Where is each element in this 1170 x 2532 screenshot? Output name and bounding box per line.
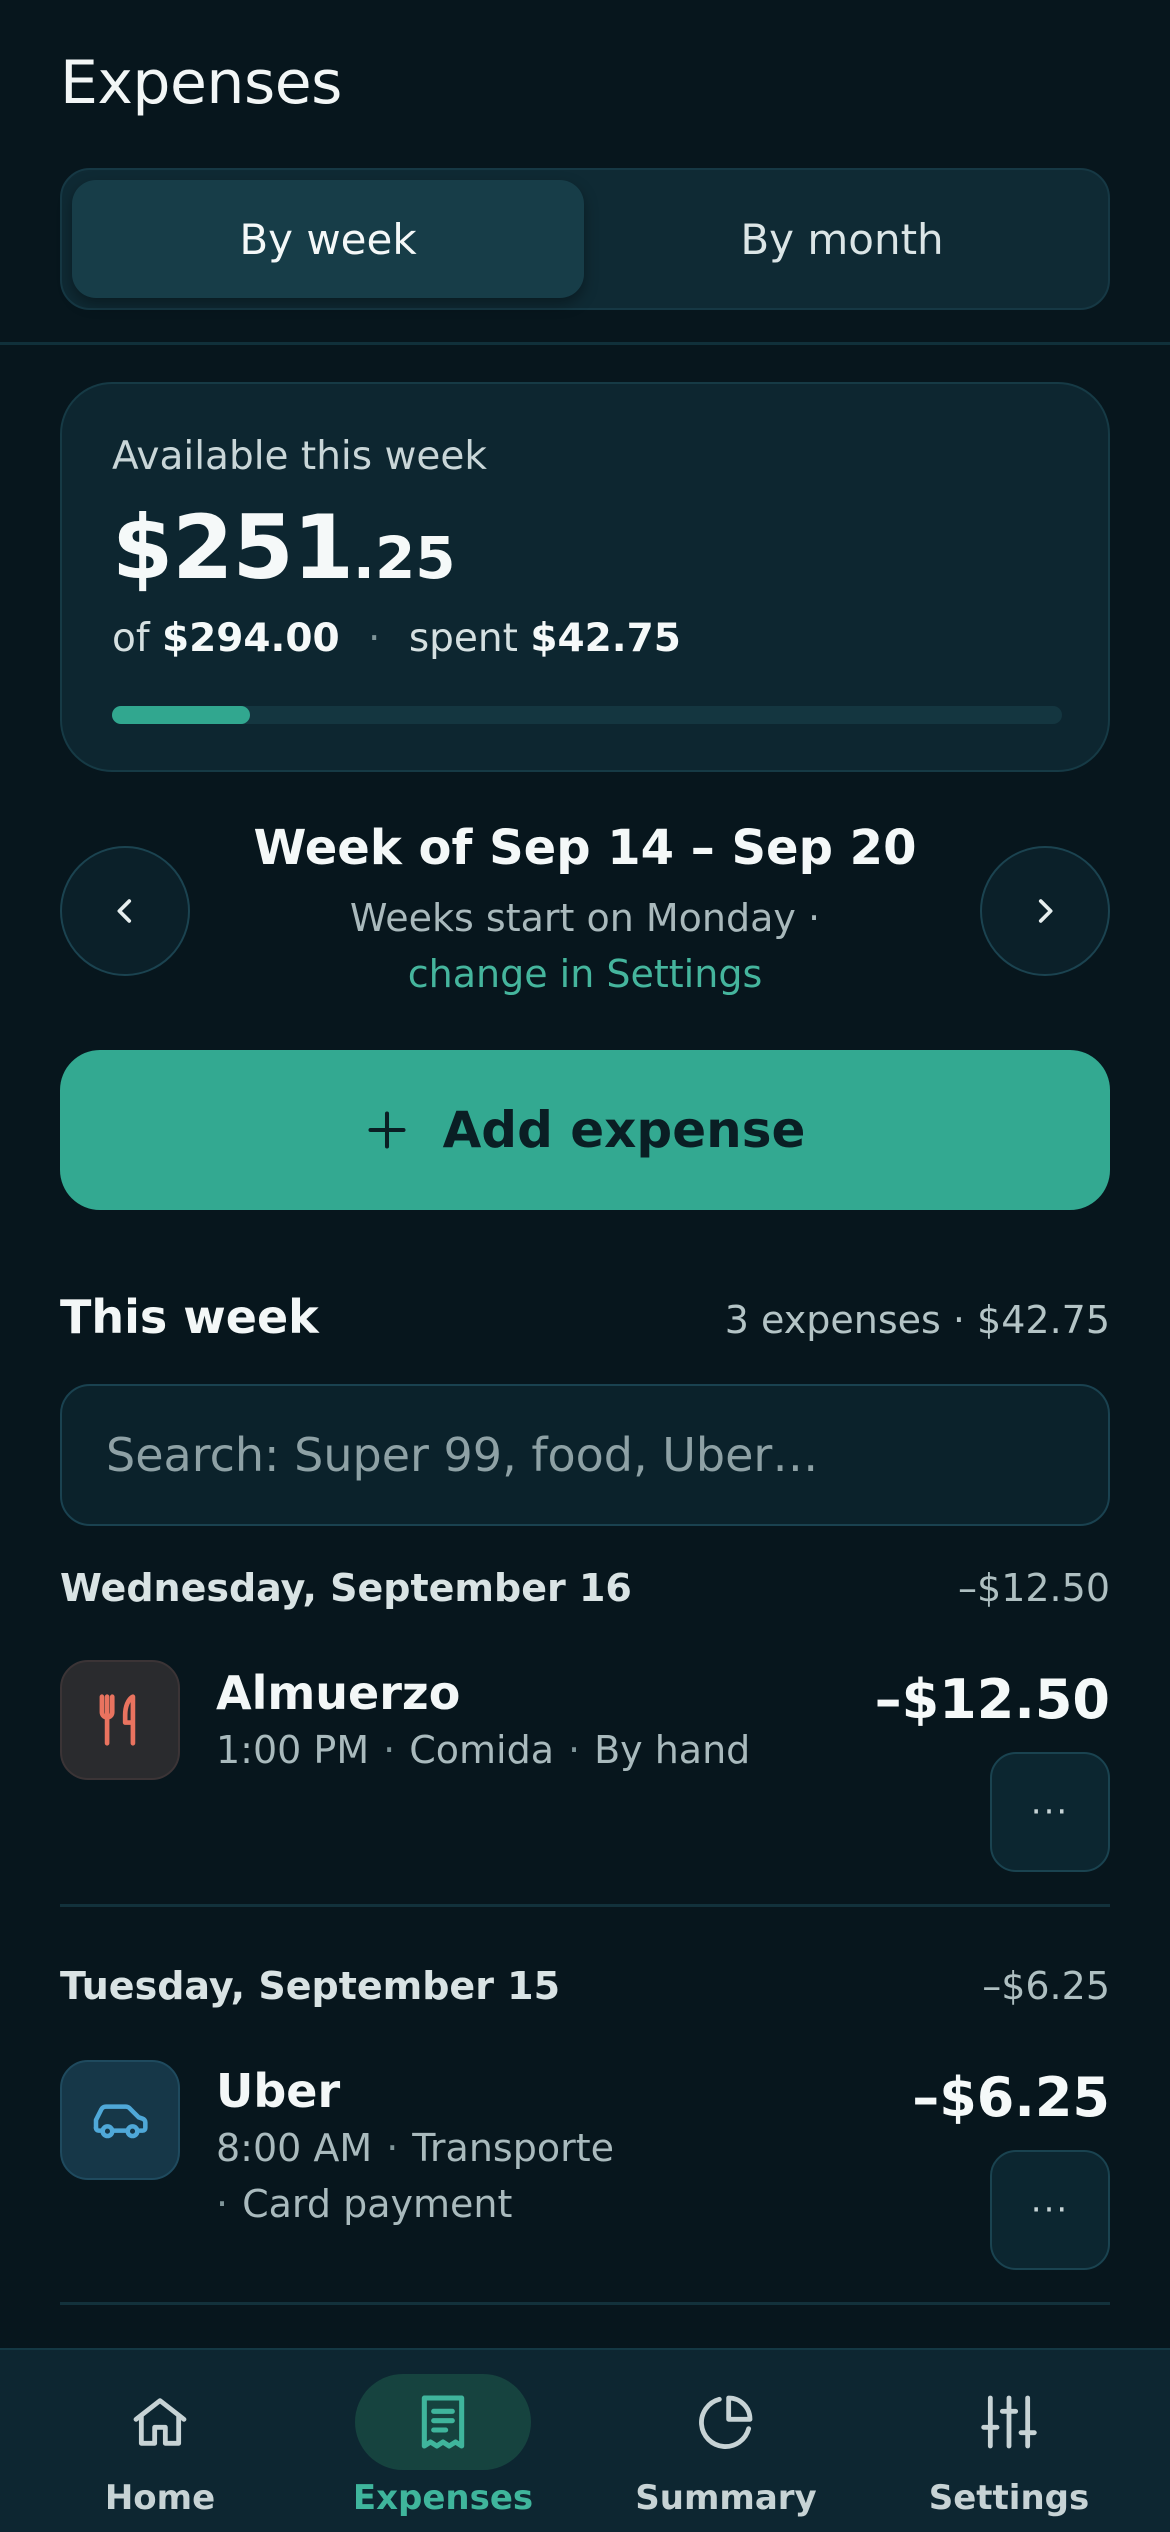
nav-tab-expenses[interactable]: Expenses (297, 2350, 589, 2532)
change-in-settings-link[interactable]: change in Settings (200, 946, 970, 1002)
expense-time: 1:00 PM (216, 1728, 370, 1772)
expense-more-button[interactable]: ··· (990, 1752, 1110, 1872)
budget-summary: of $294.00 · spent $42.75 (112, 616, 681, 661)
day-header: Tuesday, September 15 –$6.25 (60, 1964, 1110, 2008)
next-week-button[interactable] (980, 846, 1110, 976)
available-amount-main: $251 (112, 496, 354, 599)
pie-chart-icon (699, 2395, 753, 2449)
expense-time: 8:00 AM (216, 2126, 373, 2170)
by-month-tab[interactable]: By month (586, 180, 1098, 298)
bottom-navigation: Home Expenses Summary Settings (0, 2348, 1170, 2532)
add-expense-label: Add expense (442, 1101, 806, 1159)
budget-label: Available this week (112, 434, 487, 479)
expense-meta: 8:00 AM · Transporte (216, 2126, 614, 2170)
nav-tab-settings[interactable]: Settings (863, 2350, 1155, 2532)
list-title: This week (60, 1290, 319, 1344)
row-divider (60, 1904, 1110, 1907)
budget-card: Available this week $251.25 of $294.00 ·… (60, 382, 1110, 772)
previous-week-button[interactable] (60, 846, 190, 976)
expense-amount: –$12.50 (874, 1668, 1110, 1731)
nav-tab-label: Home (104, 2478, 216, 2518)
period-toggle: By week By month (60, 168, 1110, 310)
nav-tab-summary[interactable]: Summary (580, 2350, 872, 2532)
spent-prefix: spent (408, 616, 518, 661)
budget-total: $294.00 (162, 616, 340, 661)
nav-tab-label: Summary (635, 2478, 817, 2518)
spent-amount: $42.75 (530, 616, 681, 661)
add-expense-button[interactable]: Add expense (60, 1050, 1110, 1210)
week-title: Week of Sep 14 – Sep 20 (253, 820, 917, 876)
day-total: –$12.50 (958, 1566, 1110, 1610)
expense-category: Transporte (412, 2126, 614, 2170)
expense-category: Comida (409, 1728, 554, 1772)
header-divider (0, 342, 1170, 345)
car-icon (93, 2104, 148, 2139)
nav-tab-label: Settings (928, 2478, 1090, 2518)
receipt-icon (421, 2395, 465, 2449)
available-amount-cents: .25 (352, 524, 456, 592)
plus-icon (368, 1111, 406, 1149)
budget-progress-fill (112, 706, 250, 724)
nav-tab-label: Expenses (352, 2478, 534, 2518)
fork-knife-icon (99, 1694, 136, 1746)
expense-meta: 1:00 PM · Comida · By hand (216, 1728, 751, 1772)
expense-more-button[interactable]: ··· (990, 2150, 1110, 2270)
budget-progress-bar (112, 706, 1062, 724)
row-divider (60, 2302, 1110, 2305)
chevron-left-icon (117, 899, 132, 923)
expense-meta-line-2: · Card payment (216, 2182, 513, 2226)
search-field (60, 1384, 1110, 1526)
expenses-screen: Expenses By week By month Available this… (0, 0, 1170, 2532)
list-summary: 3 expenses · $42.75 (724, 1298, 1110, 1342)
expense-category-icon (60, 1660, 180, 1780)
day-name: Tuesday, September 15 (60, 1964, 561, 2008)
page-title: Expenses (60, 48, 342, 118)
expense-category-icon (60, 2060, 180, 2180)
of-prefix: of (112, 616, 150, 661)
search-input[interactable] (62, 1386, 1108, 1524)
week-info: Week of Sep 14 – Sep 20 Weeks start on M… (200, 820, 970, 1002)
day-total: –$6.25 (982, 1964, 1110, 2008)
expense-name[interactable]: Almuerzo (216, 1666, 460, 1720)
expense-name[interactable]: Uber (216, 2064, 340, 2118)
summary-separator: · (368, 616, 381, 661)
day-header: Wednesday, September 16 –$12.50 (60, 1566, 1110, 1610)
expense-method: By hand (594, 1728, 751, 1772)
day-name: Wednesday, September 16 (60, 1566, 632, 1610)
chevron-right-icon (1038, 899, 1053, 923)
sliders-icon (981, 2395, 1037, 2449)
available-amount: $251.25 (112, 496, 456, 599)
expense-method: Card payment (242, 2182, 513, 2226)
expense-amount: –$6.25 (912, 2066, 1110, 2129)
week-start-note: Weeks start on Monday · (349, 896, 821, 940)
home-icon (133, 2398, 187, 2446)
nav-tab-home[interactable]: Home (14, 2350, 306, 2532)
by-week-tab[interactable]: By week (72, 180, 584, 298)
